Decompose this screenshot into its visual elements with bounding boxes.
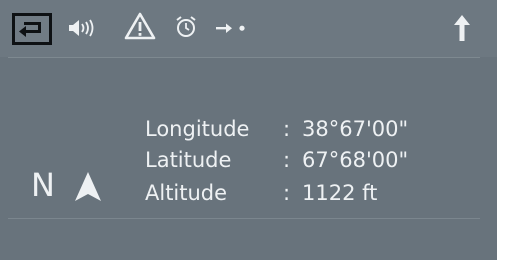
- compass-heading: N: [31, 166, 55, 204]
- status-toolbar: [0, 0, 497, 57]
- speaker-volume-icon[interactable]: [66, 17, 100, 39]
- latitude-value: 67°68'00": [302, 148, 409, 172]
- footer-divider: [8, 218, 480, 219]
- latitude-label: Latitude: [145, 148, 232, 172]
- alarm-clock-icon[interactable]: [172, 13, 200, 41]
- altitude-value: 1122 ft: [302, 181, 378, 205]
- north-arrow-icon: [75, 172, 101, 201]
- back-arrow-icon: [19, 22, 41, 37]
- altitude-label: Altitude: [145, 181, 228, 205]
- latitude-colon: :: [283, 148, 291, 172]
- longitude-label: Longitude: [145, 117, 250, 141]
- navigation-screen: Longitude : 38°67'00" Latitude : 67°68'0…: [0, 0, 497, 260]
- up-arrow-icon[interactable]: [452, 13, 472, 43]
- longitude-value: 38°67'00": [302, 117, 409, 141]
- route-arrow-dot-icon[interactable]: [212, 20, 252, 36]
- altitude-colon: :: [283, 181, 291, 205]
- longitude-colon: :: [283, 117, 291, 141]
- back-button[interactable]: [12, 13, 52, 45]
- header-divider: [8, 57, 480, 58]
- warning-triangle-icon[interactable]: [124, 11, 156, 41]
